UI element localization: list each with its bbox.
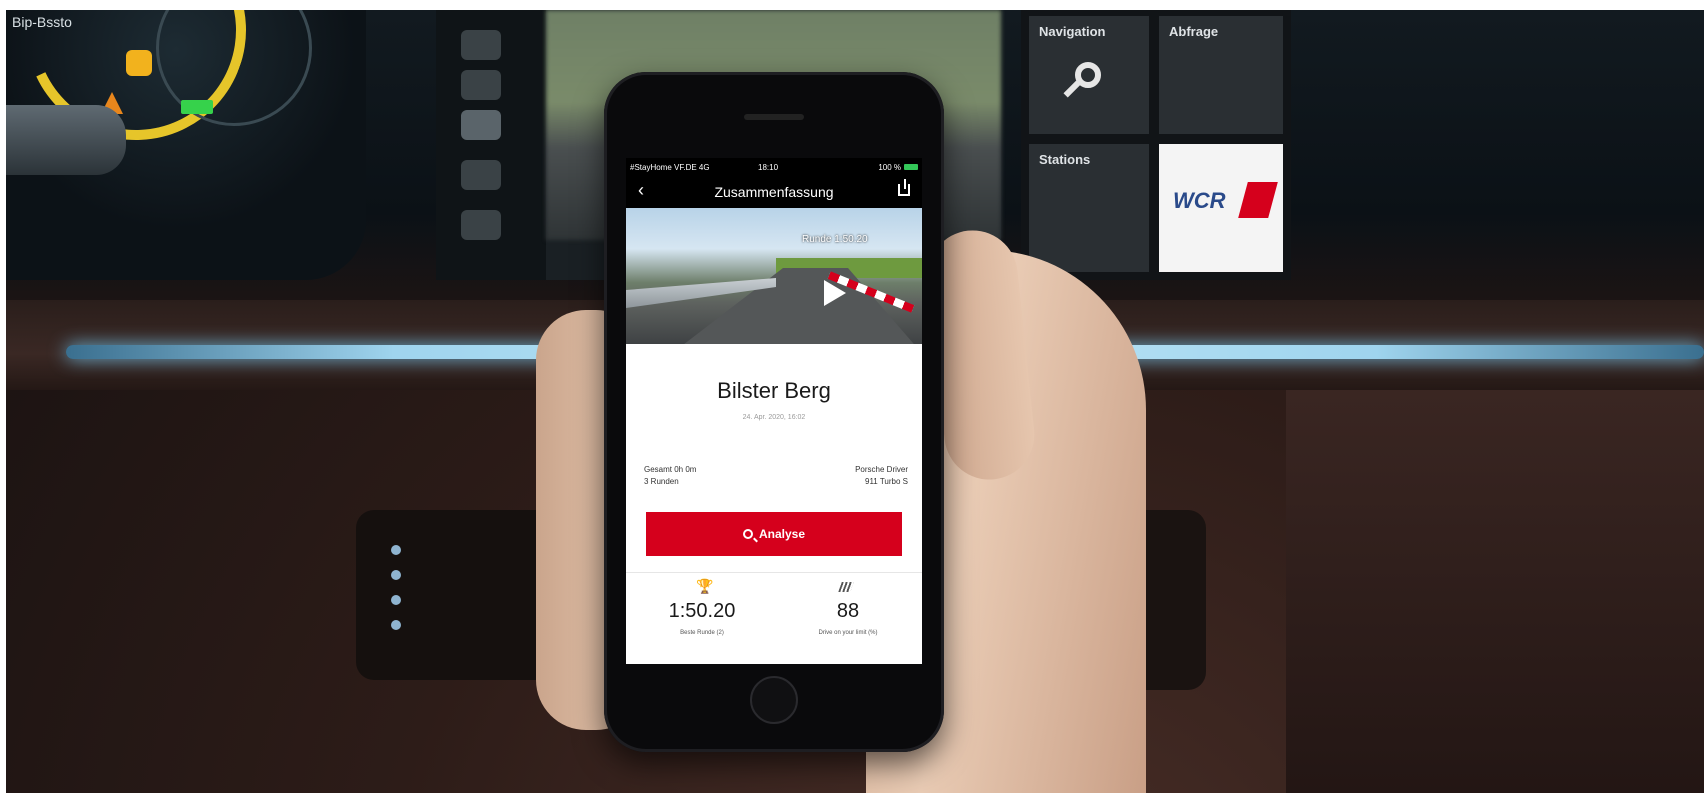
trophy-icon: 🏆: [696, 578, 714, 594]
wcr-logo-tile: WCR: [1159, 144, 1283, 272]
display-side-icon: [461, 30, 501, 60]
vent-light-dot: [391, 545, 401, 555]
magnifier-icon: [742, 529, 753, 539]
tile-label: Stations: [1039, 152, 1091, 167]
media-tile: Stations: [1029, 144, 1149, 272]
divider: [626, 572, 922, 573]
session-duration: Gesamt 0h 0m: [644, 465, 697, 474]
lap-video[interactable]: Runde 1:50.20: [626, 208, 922, 344]
phone-screen: #StayHome VF.DE 4G 18:10 100 % ‹ Zusamme…: [626, 158, 922, 664]
car-interior-scene: Bip-Bssto Navigation Abfrage Stations WC…: [6, 10, 1704, 793]
display-side-icon: [461, 160, 501, 190]
score-label: Drive on your limit (%): [818, 630, 878, 636]
track-name: Bilster Berg: [717, 378, 831, 403]
battery-status: 100 %: [878, 163, 918, 172]
score-icon: [838, 582, 854, 592]
abfrage-tile: Abfrage: [1159, 16, 1283, 134]
right-display: Navigation Abfrage Stations WCR: [1021, 10, 1291, 280]
video-track: [666, 268, 922, 344]
indicator-led: [181, 100, 213, 114]
key-icon-shaft: [1063, 80, 1081, 98]
carrier-label: #StayHome VF.DE 4G: [630, 162, 710, 172]
battery-icon: [904, 164, 918, 170]
wcr-logo-mark: [1238, 182, 1278, 218]
lap-time-overlay: Runde 1:50.20: [802, 234, 868, 245]
share-icon[interactable]: [898, 184, 910, 196]
vent-light-dot: [391, 595, 401, 605]
home-button[interactable]: [750, 676, 798, 724]
session-laps: 3 Runden: [644, 477, 679, 486]
navigation-tile: Navigation: [1029, 16, 1149, 134]
best-lap-value: 1:50.20: [668, 600, 736, 622]
driver-name: Porsche Driver: [855, 465, 908, 474]
page-title: Zusammenfassung: [714, 184, 834, 200]
clock: 18:10: [758, 162, 779, 172]
driver-info: Porsche Driver 911 Turbo S: [855, 464, 908, 488]
analyse-label: Analyse: [758, 527, 806, 541]
session-date: 24. Apr. 2020, 16:02: [742, 414, 806, 421]
vent-light-dot: [391, 620, 401, 630]
play-icon[interactable]: [824, 280, 846, 306]
car-model: 911 Turbo S: [865, 477, 908, 486]
nav-bar: ‹ Zusammenfassung: [626, 176, 922, 208]
analyse-button[interactable]: Analyse: [646, 512, 902, 556]
warning-light-icon: [126, 50, 152, 76]
tile-label: Navigation: [1039, 24, 1106, 39]
battery-percent: 100 %: [878, 162, 901, 172]
steering-stalk: [6, 105, 126, 175]
phone-speaker: [744, 114, 804, 120]
display-side-icon: [461, 70, 501, 100]
display-side-icon: [461, 210, 501, 240]
status-bar: #StayHome VF.DE 4G 18:10 100 %: [626, 158, 922, 176]
score-value: 88: [836, 600, 860, 622]
smartphone: #StayHome VF.DE 4G 18:10 100 % ‹ Zusamme…: [604, 72, 944, 752]
door-panel: [1286, 390, 1704, 793]
session-summary: Gesamt 0h 0m 3 Runden: [644, 464, 696, 488]
vent-light-dot: [391, 570, 401, 580]
tile-label: Abfrage: [1169, 24, 1219, 39]
best-lap-label: Beste Runde (2): [680, 630, 724, 636]
display-side-icon: [461, 110, 501, 140]
wcr-logo: WCR: [1173, 188, 1226, 213]
